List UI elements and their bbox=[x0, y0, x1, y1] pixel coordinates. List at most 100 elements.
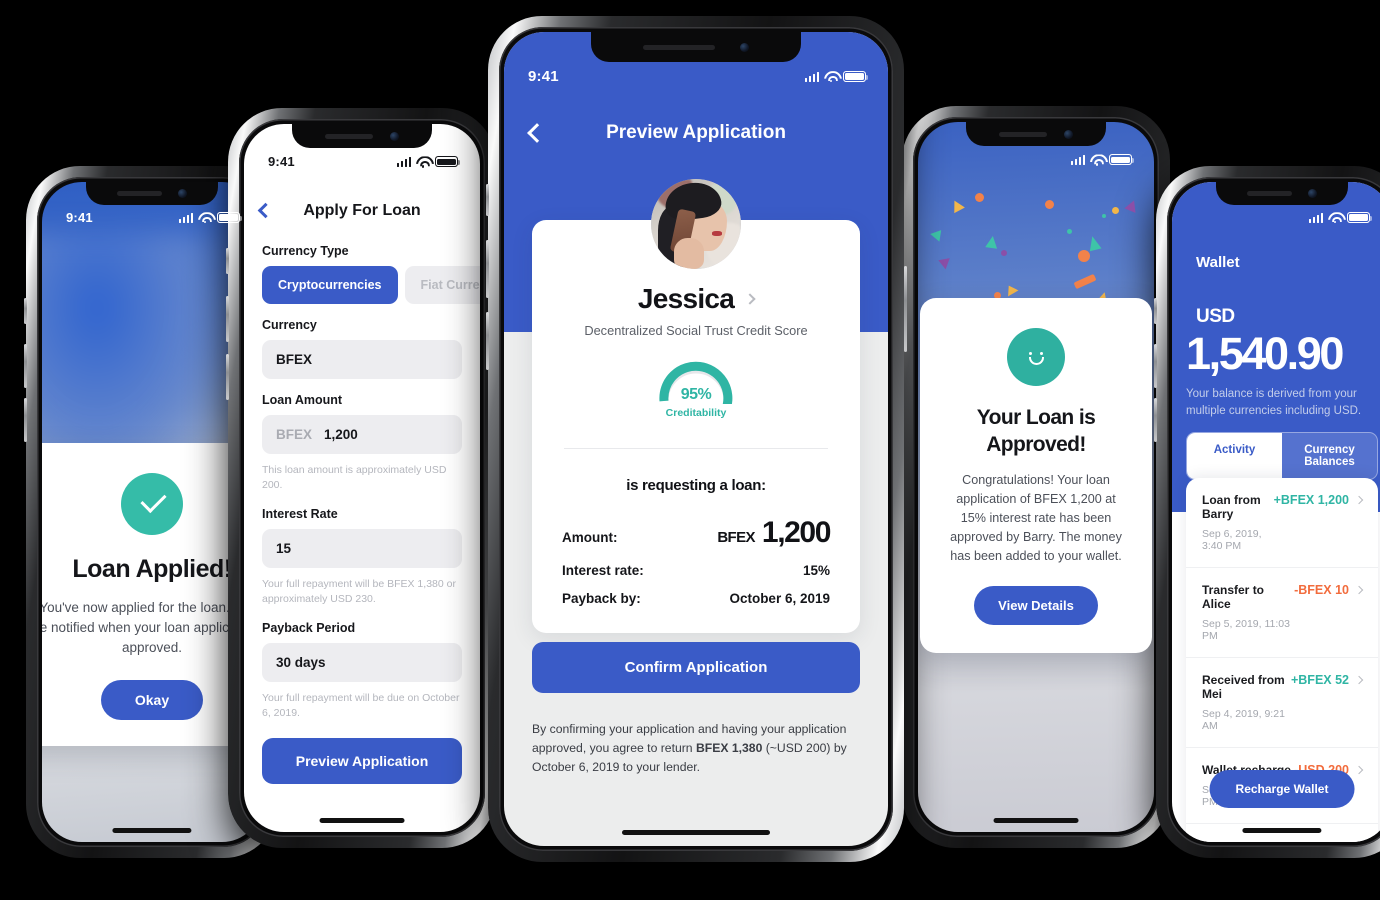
wallet-page-title: Wallet bbox=[1196, 254, 1240, 271]
mute-switch[interactable] bbox=[23, 298, 27, 324]
table-row[interactable]: Transfer to Alice Sep 5, 2019, 11:03 PM … bbox=[1186, 568, 1378, 658]
battery-icon bbox=[1109, 154, 1135, 166]
creditability-caption: Creditability bbox=[665, 407, 727, 419]
interest-rate-label: Interest Rate bbox=[262, 506, 338, 521]
battery-icon bbox=[435, 156, 461, 168]
amount-currency: BFEX bbox=[717, 529, 755, 546]
volume-down-button[interactable] bbox=[485, 312, 489, 370]
profile-name-row[interactable]: Jessica bbox=[562, 283, 830, 315]
transaction-title: Transfer to Alice bbox=[1202, 583, 1265, 611]
front-camera bbox=[1307, 189, 1317, 198]
earpiece-speaker bbox=[1247, 191, 1293, 196]
payback-period-hint: Your full repayment will be due on Octob… bbox=[262, 691, 460, 719]
volume-up-button[interactable] bbox=[23, 344, 27, 388]
page-title: Apply For Loan bbox=[303, 201, 421, 219]
transaction-title: Loan from Barry bbox=[1202, 493, 1261, 521]
currency-value: BFEX bbox=[276, 351, 313, 367]
currency-type-label: Currency Type bbox=[262, 243, 349, 258]
status-indicators bbox=[396, 156, 461, 168]
smiley-face-icon bbox=[1007, 328, 1065, 386]
dialog-title: Your Loan is Approved! bbox=[976, 406, 1096, 456]
phone3-notch bbox=[591, 32, 801, 62]
chevron-right-icon[interactable] bbox=[1354, 495, 1364, 505]
earpiece-speaker bbox=[999, 131, 1047, 137]
transaction-time: Sep 5, 2019, 11:03 PM bbox=[1202, 618, 1290, 642]
chevron-right-icon[interactable] bbox=[1354, 675, 1364, 685]
battery-icon bbox=[843, 71, 869, 83]
segment-fiat-currencies[interactable]: Fiat Currencies bbox=[404, 265, 480, 304]
home-indicator[interactable] bbox=[622, 830, 770, 835]
user-avatar-photo bbox=[651, 179, 741, 269]
volume-down-button[interactable] bbox=[225, 354, 229, 400]
volume-up-button[interactable] bbox=[225, 296, 229, 342]
transaction-amount: +BFEX 52 bbox=[1290, 673, 1349, 687]
battery-icon bbox=[1347, 212, 1373, 224]
request-heading: is requesting a loan: bbox=[626, 477, 766, 494]
volume-down-button[interactable] bbox=[23, 398, 27, 442]
legal-disclaimer: By confirming your application and havin… bbox=[532, 720, 860, 777]
amount-number: 1,200 bbox=[761, 516, 831, 549]
interest-rate-input[interactable]: 15 bbox=[262, 528, 462, 568]
phone1-notch bbox=[86, 182, 218, 205]
front-camera bbox=[177, 189, 187, 198]
phone-wallet: Wallet USD 1,540.90 Your balance is deri… bbox=[1153, 166, 1380, 858]
table-row[interactable]: Loan from Barry Sep 6, 2019, 3:40 PM +BF… bbox=[1186, 478, 1378, 568]
phone5-notch bbox=[1216, 182, 1348, 205]
chevron-right-icon[interactable] bbox=[744, 293, 756, 305]
payback-period-value: 30 days bbox=[276, 654, 326, 670]
phone5-screen: Wallet USD 1,540.90 Your balance is deri… bbox=[1172, 182, 1380, 842]
segment-cryptocurrencies[interactable]: Cryptocurrencies bbox=[262, 265, 398, 304]
screenshot-stage: 9:41 Loan Applied! You've now applied fo… bbox=[0, 0, 1380, 900]
view-details-button[interactable]: View Details bbox=[974, 586, 1098, 625]
cellular-signal-icon bbox=[1308, 213, 1323, 223]
row-interest-label: Interest rate: bbox=[562, 563, 644, 578]
cellular-signal-icon bbox=[396, 157, 411, 167]
credit-score-subtitle: Decentralized Social Trust Credit Score bbox=[584, 323, 808, 338]
mute-switch[interactable] bbox=[485, 184, 489, 216]
transaction-amount: +BFEX 1,200 bbox=[1273, 493, 1349, 507]
row-payback-value: October 6, 2019 bbox=[729, 591, 830, 606]
row-amount: Amount: BFEX 1,200 bbox=[562, 516, 831, 550]
phone-preview-application: 9:41 Preview Application Jessica Decentr… bbox=[485, 16, 907, 862]
transaction-title: Received from Mei bbox=[1202, 673, 1285, 701]
home-indicator[interactable] bbox=[112, 828, 192, 833]
loan-amount-prefix: BFEX bbox=[276, 426, 313, 442]
row-payback-by: Payback by: October 6, 2019 bbox=[562, 591, 830, 606]
status-time: 9:41 bbox=[268, 154, 295, 170]
wifi-icon bbox=[416, 156, 430, 168]
creditability-gauge: 95% Creditability bbox=[653, 352, 739, 428]
payback-period-select[interactable]: 30 days bbox=[262, 642, 462, 682]
phone-apply-for-loan: 9:41 Apply For Loan Currency Type Crypto… bbox=[225, 108, 499, 848]
chevron-right-icon[interactable] bbox=[1354, 585, 1364, 595]
loan-amount-input[interactable]: BFEX 1,200 bbox=[262, 414, 462, 454]
front-camera bbox=[389, 131, 399, 141]
volume-up-button[interactable] bbox=[485, 240, 489, 298]
currency-select[interactable]: BFEX bbox=[262, 339, 462, 379]
chevron-right-icon[interactable] bbox=[1354, 765, 1364, 775]
transaction-time: Sep 6, 2019, 3:40 PM bbox=[1202, 528, 1262, 552]
home-indicator[interactable] bbox=[993, 818, 1079, 823]
loan-preview-card: Jessica Decentralized Social Trust Credi… bbox=[532, 220, 860, 633]
transaction-time: Sep 4, 2019, 9:21 AM bbox=[1202, 708, 1285, 732]
wifi-icon bbox=[1090, 154, 1104, 166]
confirm-application-button[interactable]: Confirm Application bbox=[532, 642, 860, 693]
wifi-icon bbox=[198, 212, 212, 224]
row-amount-value: BFEX 1,200 bbox=[717, 516, 831, 550]
power-button[interactable] bbox=[903, 266, 907, 352]
preview-application-button[interactable]: Preview Application bbox=[262, 737, 462, 784]
tab-currency-balances[interactable]: Currency Balances bbox=[1282, 433, 1377, 479]
loan-amount-value: 1,200 bbox=[324, 426, 358, 442]
recharge-wallet-button[interactable]: Recharge Wallet bbox=[1209, 770, 1355, 808]
mute-switch[interactable] bbox=[225, 248, 229, 274]
row-interest-value: 15% bbox=[802, 563, 830, 578]
status-indicators bbox=[178, 212, 243, 224]
home-indicator[interactable] bbox=[319, 818, 405, 823]
interest-rate-value: 15 bbox=[276, 540, 292, 556]
okay-button[interactable]: Okay bbox=[100, 680, 204, 720]
home-indicator[interactable] bbox=[1242, 828, 1322, 833]
tab-activity[interactable]: Activity bbox=[1187, 433, 1282, 479]
table-row[interactable]: Received from Mei Sep 4, 2019, 9:21 AM +… bbox=[1186, 658, 1378, 748]
card-divider bbox=[564, 448, 828, 449]
front-camera bbox=[1063, 129, 1073, 139]
currency-type-segmented-control: Cryptocurrencies Fiat Currencies bbox=[262, 265, 480, 304]
